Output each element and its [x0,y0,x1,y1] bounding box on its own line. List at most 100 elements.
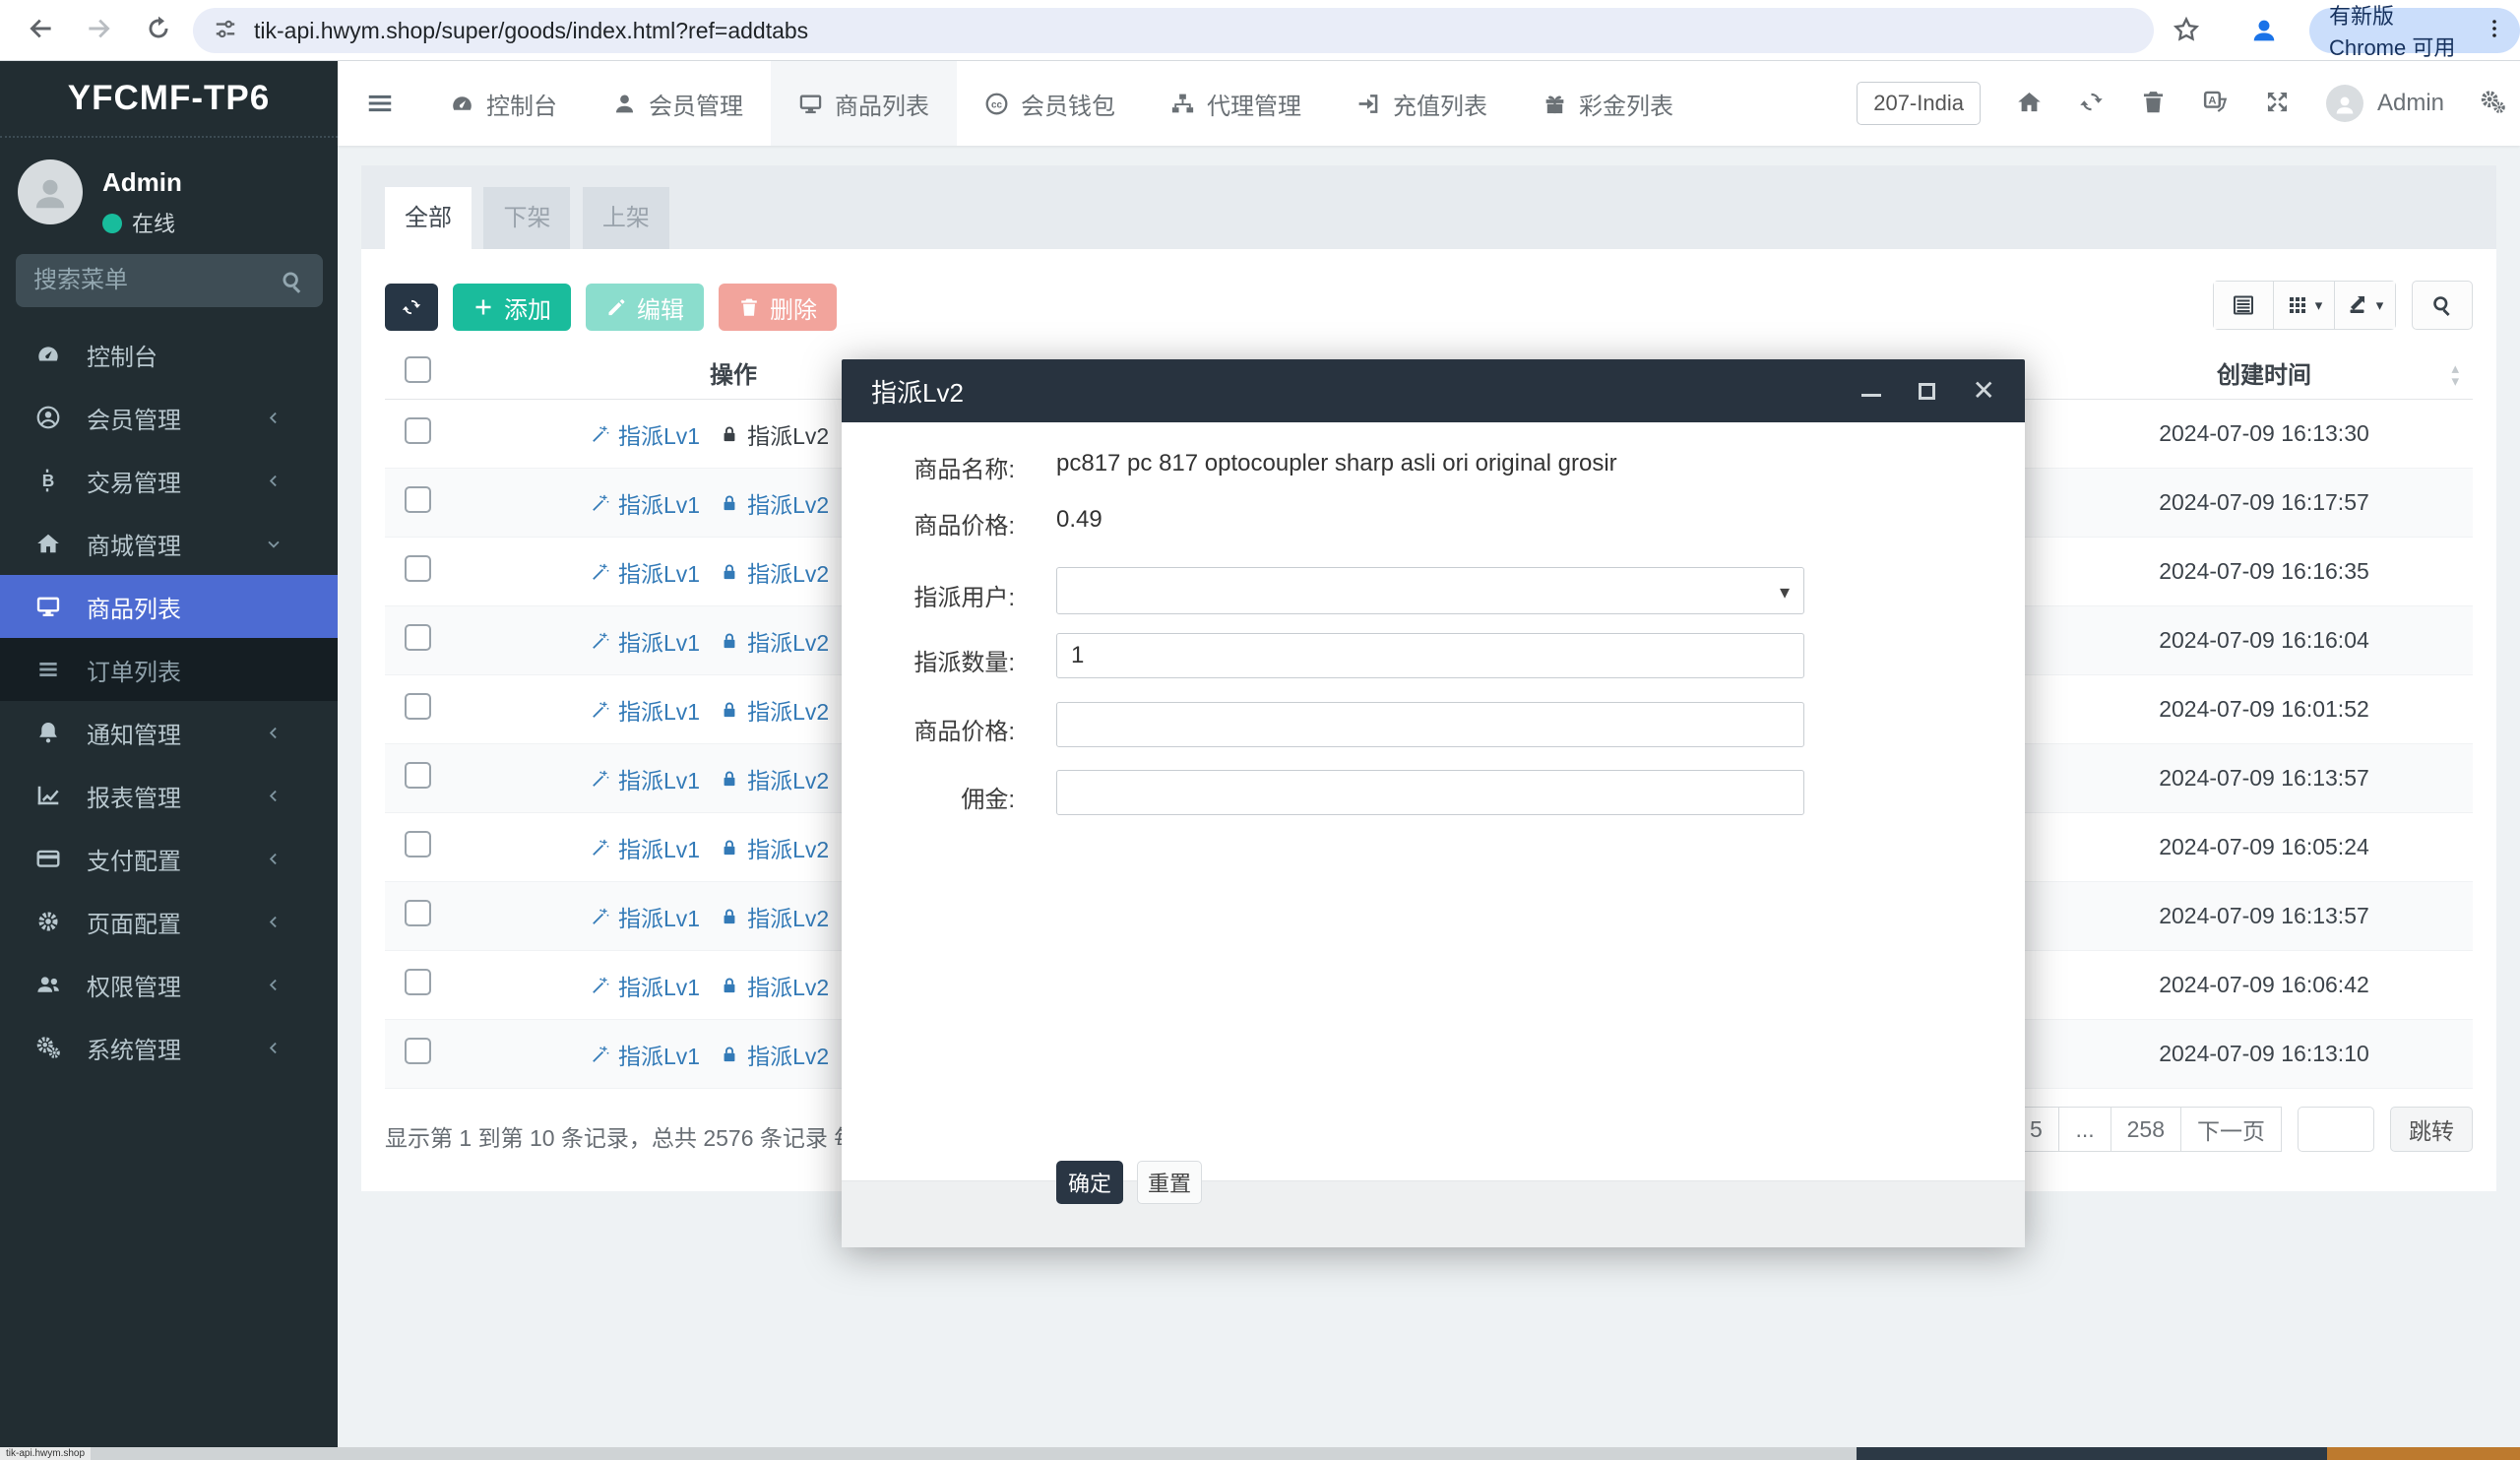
add-button[interactable]: 添加 [453,284,571,331]
admin-menu[interactable]: Admin [2326,85,2444,122]
site-settings-icon[interactable] [213,16,238,46]
address-bar[interactable]: tik-api.hwym.shop/super/goods/index.html… [193,8,2154,53]
row-checkbox[interactable] [405,693,431,720]
assign-lv1-link[interactable]: 指派Lv1 [591,555,700,589]
assign-lv2-link[interactable]: 指派Lv2 [720,900,829,933]
sidebar-item-notice[interactable]: 通知管理 [0,701,338,764]
assign-lv2-link[interactable]: 指派Lv2 [720,624,829,658]
table-search-button[interactable] [2412,281,2473,330]
sidebar-item-payment[interactable]: 支付配置 [0,827,338,890]
row-checkbox[interactable] [405,486,431,513]
assign-lv1-link[interactable]: 指派Lv1 [591,1038,700,1071]
trash-icon[interactable] [2140,89,2167,119]
assign-lv1-link[interactable]: 指派Lv1 [591,417,700,451]
nav-tab-goods-list[interactable]: 商品列表 [771,61,957,146]
delete-button[interactable]: 删除 [719,284,837,331]
sort-icon[interactable]: ▴▾ [2451,362,2459,388]
assign-lv1-link[interactable]: 指派Lv1 [591,969,700,1002]
nav-tab-dashboard[interactable]: 控制台 [422,61,585,146]
row-checkbox[interactable] [405,969,431,995]
translate-icon[interactable] [2202,89,2229,119]
page-button[interactable]: 258 [2110,1107,2181,1152]
sidebar-item-page-config[interactable]: 页面配置 [0,890,338,953]
browser-profile-icon[interactable] [2248,14,2280,50]
assign-lv2-link[interactable]: 指派Lv2 [720,831,829,864]
browser-reload-button[interactable] [144,14,173,47]
settings-cogs-icon[interactable] [2480,89,2506,119]
created-time-header[interactable]: 创建时间▴▾ [2055,355,2473,390]
next-page-button[interactable]: 下一页 [2180,1107,2282,1152]
assign-lv1-link[interactable]: 指派Lv1 [591,486,700,520]
sidebar-item-permission[interactable]: 权限管理 [0,953,338,1016]
tab-off-shelf[interactable]: 下架 [483,187,570,249]
edit-button[interactable]: 编辑 [586,284,704,331]
row-checkbox[interactable] [405,555,431,582]
fullscreen-icon[interactable] [2264,89,2291,119]
tab-on-shelf[interactable]: 上架 [583,187,669,249]
horizontal-scrollbar[interactable]: tik-api.hwym.shop [0,1447,2520,1460]
sidebar-item-report[interactable]: 报表管理 [0,764,338,827]
sidebar-item-mall[interactable]: 商城管理 [0,512,338,575]
assign-lv2-link[interactable]: 指派Lv2 [720,969,829,1002]
nav-tab-recharge[interactable]: 充值列表 [1329,61,1515,146]
assign-lv1-link[interactable]: 指派Lv1 [591,693,700,727]
nav-tab-members[interactable]: 会员管理 [585,61,771,146]
tab-all[interactable]: 全部 [385,187,472,249]
sidebar-item-goods-list[interactable]: 商品列表 [0,575,338,638]
minimize-icon[interactable] [1861,394,1881,397]
browser-forward-button[interactable] [85,14,114,47]
refresh-button[interactable] [385,284,438,331]
menu-search-input[interactable] [16,254,323,307]
sidebar-item-trade[interactable]: 交易管理 [0,449,338,512]
commission-input[interactable] [1056,770,1804,815]
assign-lv2-link[interactable]: 指派Lv2 [720,417,829,451]
search-icon [2430,293,2454,317]
page-jump-input[interactable] [2298,1107,2374,1152]
assign-lv1-link[interactable]: 指派Lv1 [591,900,700,933]
row-checkbox[interactable] [405,900,431,926]
row-checkbox[interactable] [405,624,431,651]
close-icon[interactable]: ✕ [1973,381,1995,401]
nav-tab-wallet[interactable]: 会员钱包 [957,61,1143,146]
chrome-update-button[interactable]: 有新版 Chrome 可用 [2309,8,2520,53]
row-checkbox[interactable] [405,762,431,789]
lock-icon [720,838,739,857]
assign-lv1-link[interactable]: 指派Lv1 [591,831,700,864]
assign-lv1-link[interactable]: 指派Lv1 [591,762,700,795]
region-selector[interactable]: 207-India [1857,82,1981,125]
assign-lv1-link[interactable]: 指派Lv1 [591,624,700,658]
reset-button[interactable]: 重置 [1137,1161,1202,1204]
maximize-icon[interactable] [1919,383,1935,400]
assign-lv2-link[interactable]: 指派Lv2 [720,486,829,520]
row-checkbox[interactable] [405,831,431,857]
assign-lv2-link[interactable]: 指派Lv2 [720,693,829,727]
sidebar-item-system[interactable]: 系统管理 [0,1016,338,1079]
assign-lv2-link[interactable]: 指派Lv2 [720,555,829,589]
assign-quantity-input[interactable] [1056,633,1804,678]
assign-lv2-link[interactable]: 指派Lv2 [720,762,829,795]
row-checkbox[interactable] [405,417,431,444]
page-jump-button[interactable]: 跳转 [2390,1107,2473,1152]
sidebar-item-members[interactable]: 会员管理 [0,386,338,449]
confirm-button[interactable]: 确定 [1056,1161,1123,1204]
goods-price-input[interactable] [1056,702,1804,747]
browser-menu-icon[interactable] [2483,17,2506,44]
assign-lv2-link[interactable]: 指派Lv2 [720,1038,829,1071]
dialog-header[interactable]: 指派Lv2 ✕ [842,359,2025,422]
bookmark-star-icon[interactable] [2172,15,2201,48]
detail-view-button[interactable] [2213,281,2274,330]
refresh-icon[interactable] [2078,89,2105,119]
browser-back-button[interactable] [26,14,55,47]
row-checkbox[interactable] [405,1038,431,1064]
home-icon[interactable] [2016,89,2043,119]
brand-logo: YFCMF-TP6 [0,61,338,136]
columns-button[interactable]: ▾ [2274,281,2335,330]
sidebar-item-dashboard[interactable]: 控制台 [0,323,338,386]
assign-user-select[interactable]: ▾ [1056,567,1804,614]
nav-tab-bonus[interactable]: 彩金列表 [1515,61,1701,146]
nav-tab-agents[interactable]: 代理管理 [1143,61,1329,146]
select-all-checkbox[interactable] [405,356,431,383]
sidebar-item-order-list[interactable]: 订单列表 [0,638,338,701]
export-button[interactable]: ▾ [2335,281,2396,330]
hamburger-icon[interactable] [365,89,395,122]
